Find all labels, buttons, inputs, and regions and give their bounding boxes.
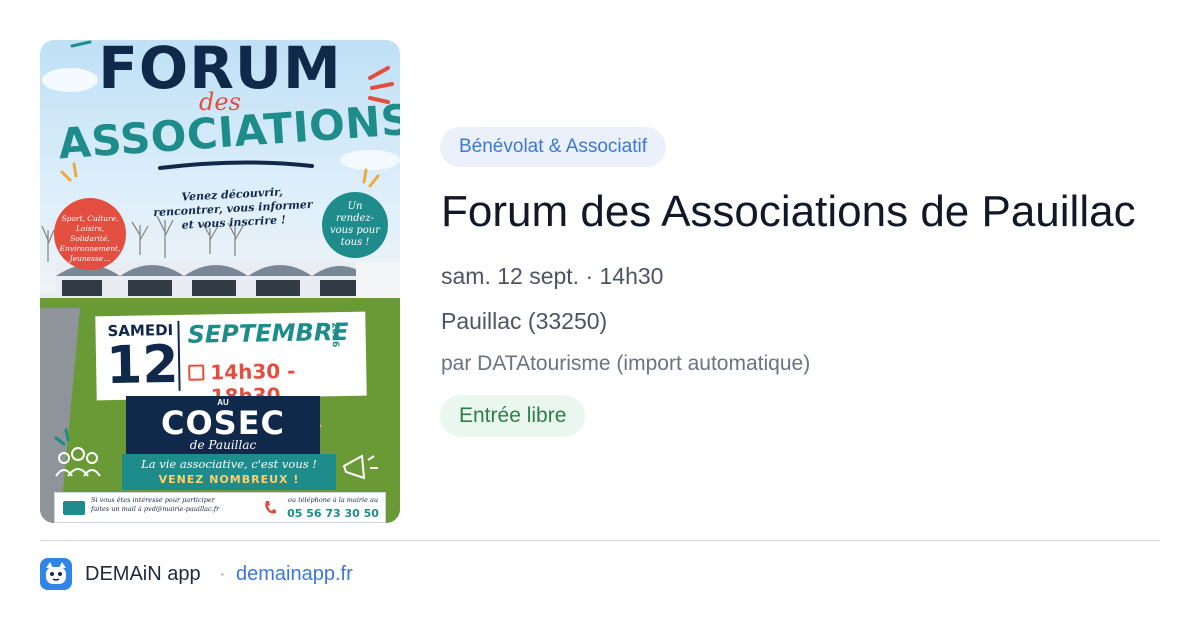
poster-themes-text: Sport, Culture, Loisirs, Solidarité, Env… (59, 214, 121, 263)
category-label: Bénévolat & Associatif (459, 136, 647, 157)
event-location: Pauillac (33250) (441, 308, 608, 334)
poster-contact-bar: Si vous êtes intéressé pour participer f… (54, 492, 386, 523)
event-title: Forum des Associations de Pauillac (441, 187, 1136, 236)
app-logo-icon (40, 558, 72, 590)
footer-separator: · (219, 563, 226, 585)
app-logo-mascot-icon (40, 558, 72, 590)
poster-tagline: Venez découvrir, rencontrer, vous inform… (152, 185, 313, 232)
poster-themes-circle: Sport, Culture, Loisirs, Solidarité, Env… (54, 198, 126, 270)
poster-day-number: 12 (105, 334, 180, 397)
price-label: Entrée libre (459, 404, 567, 427)
category-badge[interactable]: Bénévolat & Associatif (440, 127, 666, 167)
footer-divider (40, 540, 1160, 541)
poster-venue-panel: AU COSEC de Pauillac (126, 396, 320, 454)
poster-slogan-band: La vie associative, c'est vous ! VENEZ N… (122, 454, 336, 490)
poster-rendezvous-text: Un rendez-vous pour tous ! (329, 201, 381, 248)
poster-venue-city: de Pauillac (189, 438, 257, 452)
event-poster-image[interactable]: FORUM des ASSOCIATIONS Venez découvrir, … (40, 40, 400, 523)
calendar-icon (188, 364, 205, 381)
poster-slogan: La vie associative, c'est vous ! (141, 457, 317, 471)
event-organizer: par DATAtourisme (import automatique) (441, 352, 811, 375)
app-name: DEMAiN app (85, 563, 201, 585)
mail-icon (63, 501, 85, 515)
poster-venue: COSEC (160, 404, 286, 442)
event-datetime: sam. 12 sept. · 14h30 (441, 263, 664, 289)
poster-phone-number: 05 56 73 30 50 (287, 507, 379, 520)
poster-rendezvous-circle: Un rendez-vous pour tous ! (322, 192, 388, 258)
poster-date-separator (177, 320, 181, 391)
poster-month: SEPTEMBRE (187, 317, 349, 349)
price-badge: Entrée libre (440, 395, 586, 437)
poster-year: 2026 (329, 322, 340, 348)
poster-phone-text: ou téléphone à la mairie au (287, 496, 379, 504)
poster-date-panel: SAMEDI 12 SEPTEMBRE 2026 14h30 - 18h30 (95, 311, 367, 408)
poster-mail-text: Si vous êtes intéressé pour participer f… (91, 496, 220, 513)
app-domain-link[interactable]: demainapp.fr (236, 563, 353, 586)
phone-icon (265, 501, 276, 514)
poster-call: VENEZ NOMBREUX ! (158, 473, 300, 486)
